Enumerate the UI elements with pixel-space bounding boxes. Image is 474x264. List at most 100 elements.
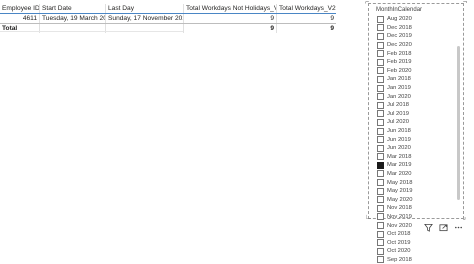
checkbox[interactable] (377, 153, 384, 161)
checkbox[interactable] (377, 67, 384, 75)
slicer-item[interactable]: Jul 2018 (377, 101, 457, 110)
checkbox[interactable] (377, 50, 384, 58)
table-header-row: Employee ID Start Date Last Day Total Wo… (0, 4, 336, 14)
slicer-item-label: Oct 2018 (387, 231, 411, 238)
column-header-workdays[interactable]: Total Workdays_V2.0 (277, 4, 336, 13)
total-not-holidays: 9 (184, 24, 277, 33)
slicer-item[interactable]: Dec 2020 (377, 41, 457, 50)
checkbox[interactable] (377, 179, 384, 187)
cell-workdays: 9 (330, 15, 334, 22)
slicer-item-label: Oct 2020 (387, 248, 411, 255)
checkbox[interactable] (377, 101, 384, 109)
resize-handle[interactable]: ∟ (365, 214, 372, 221)
slicer-item[interactable]: Aug 2020 (377, 15, 457, 24)
slicer-item[interactable]: Mar 2020 (377, 170, 457, 179)
checkbox[interactable] (377, 58, 384, 66)
checkbox[interactable] (377, 136, 384, 144)
slicer-item-label: May 2020 (387, 196, 413, 203)
slicer-item[interactable]: Feb 2020 (377, 67, 457, 76)
slicer-item-label: Jun 2018 (387, 128, 411, 135)
slicer-item-label: Nov 2018 (387, 205, 412, 212)
slicer-item-label: Jan 2018 (387, 76, 411, 83)
checkbox[interactable] (377, 118, 384, 126)
slicer-item[interactable]: Feb 2018 (377, 49, 457, 58)
slicer-item-label: Jun 2020 (387, 145, 411, 152)
filter-icon[interactable] (423, 222, 433, 232)
more-options-icon[interactable] (453, 222, 463, 232)
checkbox[interactable] (377, 15, 384, 23)
slicer-item[interactable]: Sep 2018 (377, 256, 457, 264)
column-header-not-holidays[interactable]: Total Workdays Not Holidays_V2.0 (184, 4, 277, 13)
checkbox[interactable] (377, 75, 384, 83)
slicer-item[interactable]: Dec 2019 (377, 32, 457, 41)
checkbox[interactable] (377, 127, 384, 135)
slicer-item[interactable]: May 2019 (377, 187, 457, 196)
slicer-item-label: Jul 2019 (387, 110, 409, 117)
checkbox[interactable] (377, 196, 384, 204)
slicer-item-label: May 2018 (387, 179, 413, 186)
checkbox[interactable] (377, 144, 384, 152)
checkbox[interactable] (377, 84, 384, 92)
slicer-item[interactable]: Nov 2019 (377, 213, 457, 222)
slicer-item-label: Oct 2019 (387, 239, 411, 246)
checkbox[interactable] (377, 222, 384, 230)
slicer-item[interactable]: Mar 2019 (377, 161, 457, 170)
checkbox[interactable] (377, 41, 384, 49)
slicer-item[interactable]: Jan 2018 (377, 75, 457, 84)
checkbox[interactable] (377, 187, 384, 195)
table-horizontal-scrollbar[interactable] (0, 31, 183, 32)
slicer-scrollbar[interactable] (457, 46, 460, 200)
checkbox[interactable] (377, 93, 384, 101)
slicer-item[interactable]: Mar 2018 (377, 153, 457, 162)
slicer-item[interactable]: Oct 2020 (377, 247, 457, 256)
slicer-item[interactable]: Jul 2020 (377, 118, 457, 127)
checkbox[interactable] (377, 170, 384, 178)
slicer-title: MonthInCalendar (376, 7, 423, 13)
resize-handle[interactable]: ⌐ (365, 0, 369, 6)
checkbox[interactable] (377, 24, 384, 32)
visual-header-icons (423, 222, 463, 232)
slicer-item[interactable]: Feb 2019 (377, 58, 457, 67)
column-header-start-date[interactable]: Start Date (40, 4, 106, 13)
column-header-employee-id[interactable]: Employee ID (0, 4, 40, 13)
checkbox[interactable] (377, 213, 384, 221)
slicer-item-label: Feb 2018 (387, 50, 412, 57)
checkbox[interactable] (377, 239, 384, 247)
slicer-item[interactable]: May 2020 (377, 195, 457, 204)
slicer-item-label: Mar 2019 (387, 162, 412, 169)
checkbox[interactable] (377, 110, 384, 118)
checkbox[interactable] (377, 204, 384, 212)
table-visual: Employee ID Start Date Last Day Total Wo… (0, 4, 336, 33)
checkbox[interactable] (377, 161, 384, 169)
slicer-item[interactable]: Jun 2020 (377, 144, 457, 153)
slicer-item-label: Jul 2018 (387, 102, 409, 109)
slicer-item-label: Sep 2018 (387, 256, 412, 263)
checkbox[interactable] (377, 230, 384, 238)
column-header-last-day[interactable]: Last Day (106, 4, 184, 13)
slicer-item[interactable]: Jun 2019 (377, 135, 457, 144)
slicer-item-label: Dec 2020 (387, 42, 412, 49)
total-workdays: 9 (330, 25, 334, 32)
cell-last-day: Sunday, 17 November 2019 (108, 14, 184, 23)
resize-handle[interactable]: ⌟ (463, 214, 466, 221)
slicer-item-label: Nov 2019 (387, 213, 412, 220)
resize-handle[interactable]: ¬ (463, 0, 467, 6)
focus-mode-icon[interactable] (438, 222, 448, 232)
slicer-item[interactable]: Jun 2018 (377, 127, 457, 136)
slicer-item[interactable]: Dec 2018 (377, 24, 457, 33)
checkbox[interactable] (377, 32, 384, 40)
slicer-item[interactable]: Jul 2019 (377, 110, 457, 119)
slicer-item[interactable]: Jan 2020 (377, 92, 457, 101)
slicer-item[interactable]: Nov 2018 (377, 204, 457, 213)
slicer-item-label: Dec 2018 (387, 24, 412, 31)
slicer-item[interactable]: May 2018 (377, 178, 457, 187)
checkbox[interactable] (377, 247, 384, 255)
cell-not-holidays: 9 (184, 14, 277, 23)
slicer-item-label: Jun 2019 (387, 136, 411, 143)
checkbox[interactable] (377, 256, 384, 264)
table-row: 4611 Tuesday, 19 March 2019 Sunday, 17 N… (0, 14, 336, 23)
slicer-item-label: Dec 2019 (387, 33, 412, 40)
month-slicer[interactable]: MonthInCalendar Aug 2020 Dec 2018 Dec 2019… (365, 0, 467, 264)
slicer-item[interactable]: Jan 2019 (377, 84, 457, 93)
slicer-item-label: Aug 2020 (387, 16, 412, 23)
